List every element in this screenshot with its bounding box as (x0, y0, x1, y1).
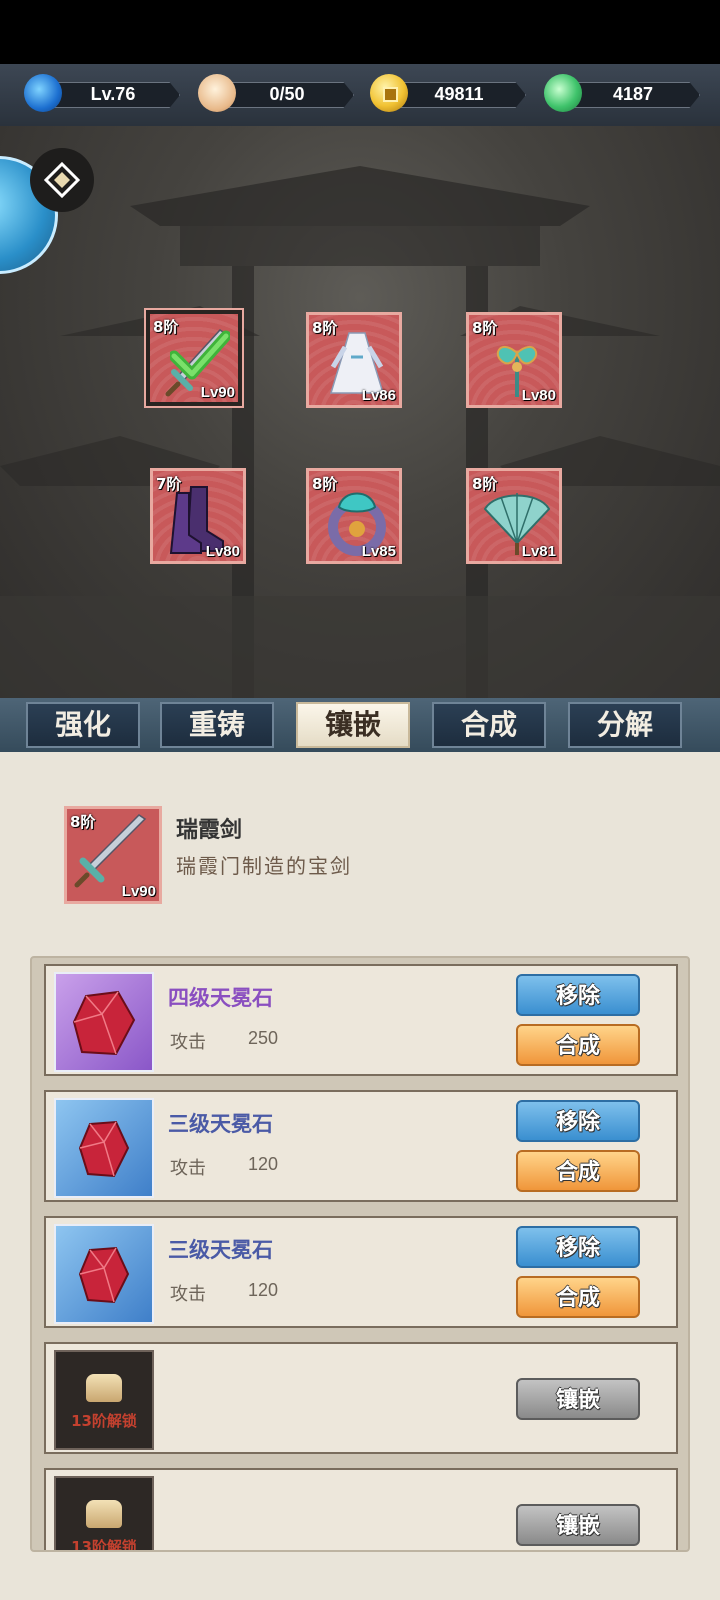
slot-level: Lv86 (361, 387, 396, 404)
status-bar (0, 0, 720, 64)
tab-recast[interactable]: 重铸 (160, 702, 274, 748)
remove-button[interactable]: 移除 (516, 974, 640, 1016)
slot-tier: 8阶 (312, 319, 338, 337)
gem-stat-label: 攻击 (170, 1284, 206, 1305)
slot-level: Lv90 (200, 384, 235, 401)
stamina-value: 0/50 (269, 84, 305, 104)
gem-slot[interactable] (54, 972, 154, 1072)
gem-stat-value: 250 (248, 1028, 279, 1048)
slot-level: Lv80 (205, 543, 240, 560)
lock-icon (86, 1374, 122, 1402)
gem-stat-value: 120 (248, 1280, 279, 1300)
gem-row: 三级天冕石 攻击 120 移除 合成 (44, 1216, 678, 1328)
selected-item-level: Lv90 (121, 883, 156, 900)
equipment-slot-fan[interactable]: 8阶 Lv81 (466, 468, 562, 564)
inlay-panel: 8阶 Lv90 瑞霞剑 瑞霞门制造的宝剑 四级天冕石 攻击 250 移除 合成 (0, 752, 720, 1600)
gem-list[interactable]: 四级天冕石 攻击 250 移除 合成 三级天冕石 攻击 120 移除 合成 三级… (30, 956, 690, 1552)
jade-value: 4187 (612, 84, 654, 104)
level-swirl-icon (24, 74, 62, 112)
slot-tier: 7阶 (156, 475, 182, 493)
slot-level: Lv81 (521, 543, 556, 560)
slot-tier: 8阶 (153, 318, 179, 336)
slot-tier: 8阶 (472, 475, 498, 493)
currency-bar: Lv.76 0/50 49811 4187 (0, 64, 720, 126)
slot-level: Lv80 (521, 387, 556, 404)
tab-inlay[interactable]: 镶嵌 (296, 702, 410, 748)
level-value: Lv.76 (90, 84, 136, 104)
diamond-menu-icon (44, 162, 80, 198)
combine-button[interactable]: 合成 (516, 1150, 640, 1192)
locked-gem-row: 13阶解锁 镶嵌 (44, 1342, 678, 1454)
red-gem-icon (72, 990, 136, 1056)
remove-button[interactable]: 移除 (516, 1100, 640, 1142)
selected-item-description: 瑞霞门制造的宝剑 (176, 854, 352, 878)
tab-strengthen[interactable]: 强化 (26, 702, 140, 748)
locked-gem-slot[interactable]: 13阶解锁 (54, 1476, 154, 1552)
selected-item-box[interactable]: 8阶 Lv90 (64, 806, 162, 904)
equipment-slot-hairpin[interactable]: 8阶 Lv80 (466, 312, 562, 408)
locked-gem-slot[interactable]: 13阶解锁 (54, 1350, 154, 1450)
slot-tier: 8阶 (312, 475, 338, 493)
combine-button[interactable]: 合成 (516, 1024, 640, 1066)
gem-row: 三级天冕石 攻击 120 移除 合成 (44, 1090, 678, 1202)
gem-row: 四级天冕石 攻击 250 移除 合成 (44, 964, 678, 1076)
coin-icon (370, 74, 408, 112)
gem-name: 三级天冕石 (168, 1111, 273, 1136)
equipment-slot-boots[interactable]: 7阶 Lv80 (150, 468, 246, 564)
equipped-checkmark-icon (170, 330, 230, 380)
remove-button[interactable]: 移除 (516, 1226, 640, 1268)
inlay-button[interactable]: 镶嵌 (516, 1378, 640, 1420)
equipment-slot-robe[interactable]: 8阶 Lv86 (306, 312, 402, 408)
selected-item-tier: 8阶 (70, 813, 96, 831)
pagoda-gate-background (0, 166, 720, 698)
red-gem-icon (78, 1120, 130, 1178)
gem-name: 三级天冕石 (168, 1237, 273, 1262)
gem-slot[interactable] (54, 1224, 154, 1324)
gem-slot[interactable] (54, 1098, 154, 1198)
forge-tabs: 强化 重铸 镶嵌 合成 分解 (0, 698, 720, 752)
tab-combine[interactable]: 合成 (432, 702, 546, 748)
menu-button[interactable] (30, 148, 94, 212)
slot-level: Lv85 (361, 543, 396, 560)
unlock-requirement: 13阶解锁 (71, 1412, 137, 1430)
slot-tier: 8阶 (472, 319, 498, 337)
locked-gem-row: 13阶解锁 镶嵌 (44, 1468, 678, 1552)
steamed-bun-icon (198, 74, 236, 112)
unlock-requirement: 13阶解锁 (71, 1538, 137, 1552)
equipment-scene: 8阶 Lv90 8阶 Lv86 8阶 Lv80 7阶 Lv80 8阶 Lv85 … (0, 126, 720, 698)
selected-item-name: 瑞霞剑 (176, 817, 243, 843)
combine-button[interactable]: 合成 (516, 1276, 640, 1318)
equipment-slot-ring[interactable]: 8阶 Lv85 (306, 468, 402, 564)
gem-stat-label: 攻击 (170, 1032, 206, 1053)
equipment-slot-sword[interactable]: 8阶 Lv90 (144, 308, 244, 408)
lock-icon (86, 1500, 122, 1528)
jade-leaf-icon (544, 74, 582, 112)
inlay-button[interactable]: 镶嵌 (516, 1504, 640, 1546)
gem-name: 四级天冕石 (168, 985, 273, 1010)
gem-stat-label: 攻击 (170, 1158, 206, 1179)
gem-stat-value: 120 (248, 1154, 279, 1174)
tab-dismantle[interactable]: 分解 (568, 702, 682, 748)
coin-value: 49811 (434, 84, 484, 104)
red-gem-icon (78, 1246, 130, 1304)
